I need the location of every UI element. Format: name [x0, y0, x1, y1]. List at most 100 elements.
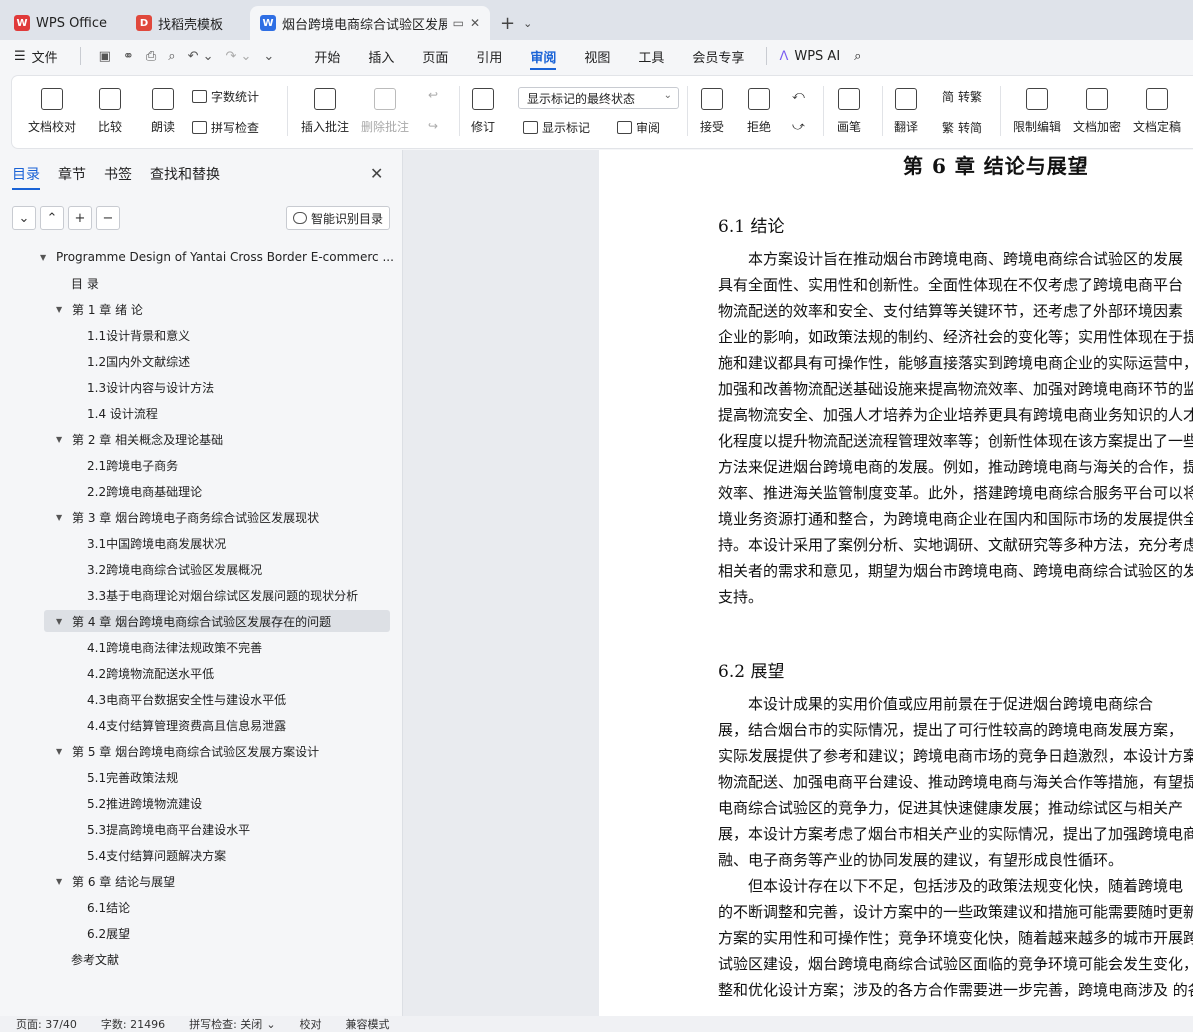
- insert-comment-button[interactable]: 插入批注: [301, 88, 349, 135]
- toc-item[interactable]: 目 录: [71, 272, 99, 294]
- share-icon[interactable]: ⚭: [123, 49, 134, 64]
- menu-tools[interactable]: 工具: [624, 40, 678, 72]
- to-traditional-button[interactable]: 简 转繁: [942, 88, 982, 105]
- read-aloud-button[interactable]: 朗读: [151, 88, 175, 135]
- toc-item[interactable]: 4.4支付结算管理资费高且信息易泄露: [87, 714, 286, 736]
- menu-view[interactable]: 视图: [570, 40, 624, 72]
- save-icon[interactable]: ▣: [99, 49, 111, 64]
- expand-arrow-icon[interactable]: ▼: [56, 513, 66, 522]
- toc-item[interactable]: 4.2跨境物流配送水平低: [87, 662, 214, 684]
- window-icon[interactable]: ▭: [453, 16, 464, 30]
- toc-item[interactable]: 1.3设计内容与设计方法: [87, 376, 214, 398]
- expand-arrow-icon[interactable]: ▼: [56, 435, 66, 444]
- tab-toc[interactable]: 目录: [12, 164, 40, 190]
- file-menu[interactable]: ☰ 文件: [0, 40, 72, 72]
- expand-arrow-icon[interactable]: ▼: [56, 617, 66, 626]
- collapse-up-icon[interactable]: ⌃: [40, 206, 64, 230]
- doc-check-button[interactable]: 文档校对: [28, 88, 76, 135]
- toc-item[interactable]: 2.1跨境电子商务: [87, 454, 178, 476]
- expand-arrow-icon[interactable]: ▼: [56, 747, 66, 756]
- menu-review[interactable]: 审阅: [516, 40, 570, 72]
- tab-document[interactable]: W 烟台跨境电商综合试验区发展方 ▭ ✕: [250, 6, 490, 40]
- prev-change-icon[interactable]: ⤺: [792, 88, 805, 103]
- menu-start[interactable]: 开始: [300, 40, 354, 72]
- delete-comment-button[interactable]: 删除批注: [361, 88, 409, 135]
- spell-check-status[interactable]: 拼写检查: 关闭: [189, 1016, 262, 1032]
- restrict-edit-button[interactable]: 限制编辑: [1013, 88, 1061, 135]
- toc-item[interactable]: ▼ 第 4 章 烟台跨境电商综合试验区发展存在的问题: [44, 610, 390, 632]
- markup-state-select[interactable]: 显示标记的最终状态 ⌄: [518, 87, 679, 109]
- toc-item[interactable]: 5.2推进跨境物流建设: [87, 792, 202, 814]
- toc-item[interactable]: 3.2跨境电商综合试验区发展概况: [87, 558, 262, 580]
- toc-item[interactable]: 6.1结论: [87, 896, 130, 918]
- toc-item[interactable]: 1.1设计背景和意义: [87, 324, 190, 346]
- remove-icon[interactable]: −: [96, 206, 120, 230]
- tab-template[interactable]: D 找稻壳模板: [126, 6, 244, 40]
- toc-item[interactable]: 5.3提高跨境电商平台建设水平: [87, 818, 250, 840]
- smart-toc-button[interactable]: 智能识别目录: [286, 206, 390, 230]
- revise-button[interactable]: 修订: [471, 88, 495, 135]
- toc-item[interactable]: 参考文献: [71, 948, 119, 970]
- encrypt-button[interactable]: 文档加密: [1073, 88, 1121, 135]
- add-icon[interactable]: +: [68, 206, 92, 230]
- redo-icon[interactable]: ↷ ⌄: [225, 49, 251, 64]
- close-tab-icon[interactable]: ✕: [470, 16, 480, 30]
- menu-page[interactable]: 页面: [408, 40, 462, 72]
- toc-item[interactable]: ▼ 第 2 章 相关概念及理论基础: [56, 428, 223, 450]
- toc-item[interactable]: 1.4 设计流程: [87, 402, 158, 424]
- menu-member[interactable]: 会员专享: [678, 40, 758, 72]
- chevron-down-icon[interactable]: ⌄: [523, 17, 532, 30]
- toc-item[interactable]: ▼ Programme Design of Yantai Cross Border…: [40, 246, 394, 268]
- search-icon[interactable]: ⌕: [854, 40, 875, 72]
- tab-sections[interactable]: 章节: [58, 164, 86, 190]
- toc-item[interactable]: ▼ 第 1 章 绪 论: [56, 298, 143, 320]
- print-preview-icon[interactable]: ⌕: [168, 49, 175, 64]
- tab-wps-office[interactable]: W WPS Office: [4, 6, 122, 40]
- nav-tabs: 目录 章节 书签 查找和替换: [12, 164, 238, 190]
- toc-item[interactable]: ▼ 第 6 章 结论与展望: [56, 870, 175, 892]
- expand-arrow-icon[interactable]: ▼: [56, 305, 66, 314]
- expand-arrow-icon[interactable]: ▼: [40, 253, 50, 262]
- toc-item[interactable]: ▼ 第 5 章 烟台跨境电商综合试验区发展方案设计: [56, 740, 319, 762]
- show-markup-button[interactable]: 显示标记: [523, 119, 590, 136]
- toc-item[interactable]: 1.2国内外文献综述: [87, 350, 190, 372]
- toc-item[interactable]: 6.2展望: [87, 922, 130, 944]
- close-icon[interactable]: ✕: [370, 164, 383, 183]
- toc-item[interactable]: 4.3电商平台数据安全性与建设水平低: [87, 688, 286, 710]
- tab-find-replace[interactable]: 查找和替换: [150, 164, 220, 190]
- review-pane-button[interactable]: 审阅: [617, 119, 660, 136]
- print-icon[interactable]: ⎙: [146, 49, 156, 64]
- translate-button[interactable]: 翻译: [894, 88, 918, 135]
- word-count-button[interactable]: 字数统计: [192, 88, 259, 105]
- proof-status[interactable]: 校对: [300, 1016, 322, 1032]
- toc-item[interactable]: 3.3基于电商理论对烟台综试区发展问题的现状分析: [87, 584, 358, 606]
- spell-check-button[interactable]: 拼写检查: [192, 119, 259, 136]
- reject-button[interactable]: 拒绝: [747, 88, 771, 135]
- toc-item[interactable]: 2.2跨境电商基础理论: [87, 480, 202, 502]
- toc-item[interactable]: 3.1中国跨境电商发展状况: [87, 532, 226, 554]
- toc-item[interactable]: 4.1跨境电商法律法规政策不完善: [87, 636, 262, 658]
- to-simplified-button[interactable]: 繁 转简: [942, 119, 982, 136]
- next-comment-icon[interactable]: ↪: [428, 119, 438, 133]
- toc-item[interactable]: 5.4支付结算问题解决方案: [87, 844, 226, 866]
- next-change-icon[interactable]: ⤻: [792, 119, 805, 134]
- page-indicator[interactable]: 页面: 37/40: [16, 1016, 77, 1032]
- review-pane-icon: [617, 121, 632, 134]
- expand-down-icon[interactable]: ⌄: [12, 206, 36, 230]
- prev-comment-icon[interactable]: ↩: [428, 88, 438, 102]
- menu-reference[interactable]: 引用: [462, 40, 516, 72]
- menu-insert[interactable]: 插入: [354, 40, 408, 72]
- more-icon[interactable]: ⌄: [263, 49, 274, 64]
- compare-button[interactable]: 比较: [98, 88, 122, 135]
- wps-ai-button[interactable]: ᐱ WPS AI: [775, 40, 854, 72]
- pen-button[interactable]: 画笔: [837, 88, 861, 135]
- undo-icon[interactable]: ↶ ⌄: [188, 49, 214, 64]
- finalize-button[interactable]: 文档定稿: [1133, 88, 1181, 135]
- expand-arrow-icon[interactable]: ▼: [56, 877, 66, 886]
- word-count-indicator[interactable]: 字数: 21496: [101, 1016, 165, 1032]
- new-tab-button[interactable]: +: [500, 13, 515, 34]
- accept-button[interactable]: 接受: [700, 88, 724, 135]
- tab-bookmarks[interactable]: 书签: [104, 164, 132, 190]
- toc-item[interactable]: ▼ 第 3 章 烟台跨境电子商务综合试验区发展现状: [56, 506, 319, 528]
- toc-item[interactable]: 5.1完善政策法规: [87, 766, 178, 788]
